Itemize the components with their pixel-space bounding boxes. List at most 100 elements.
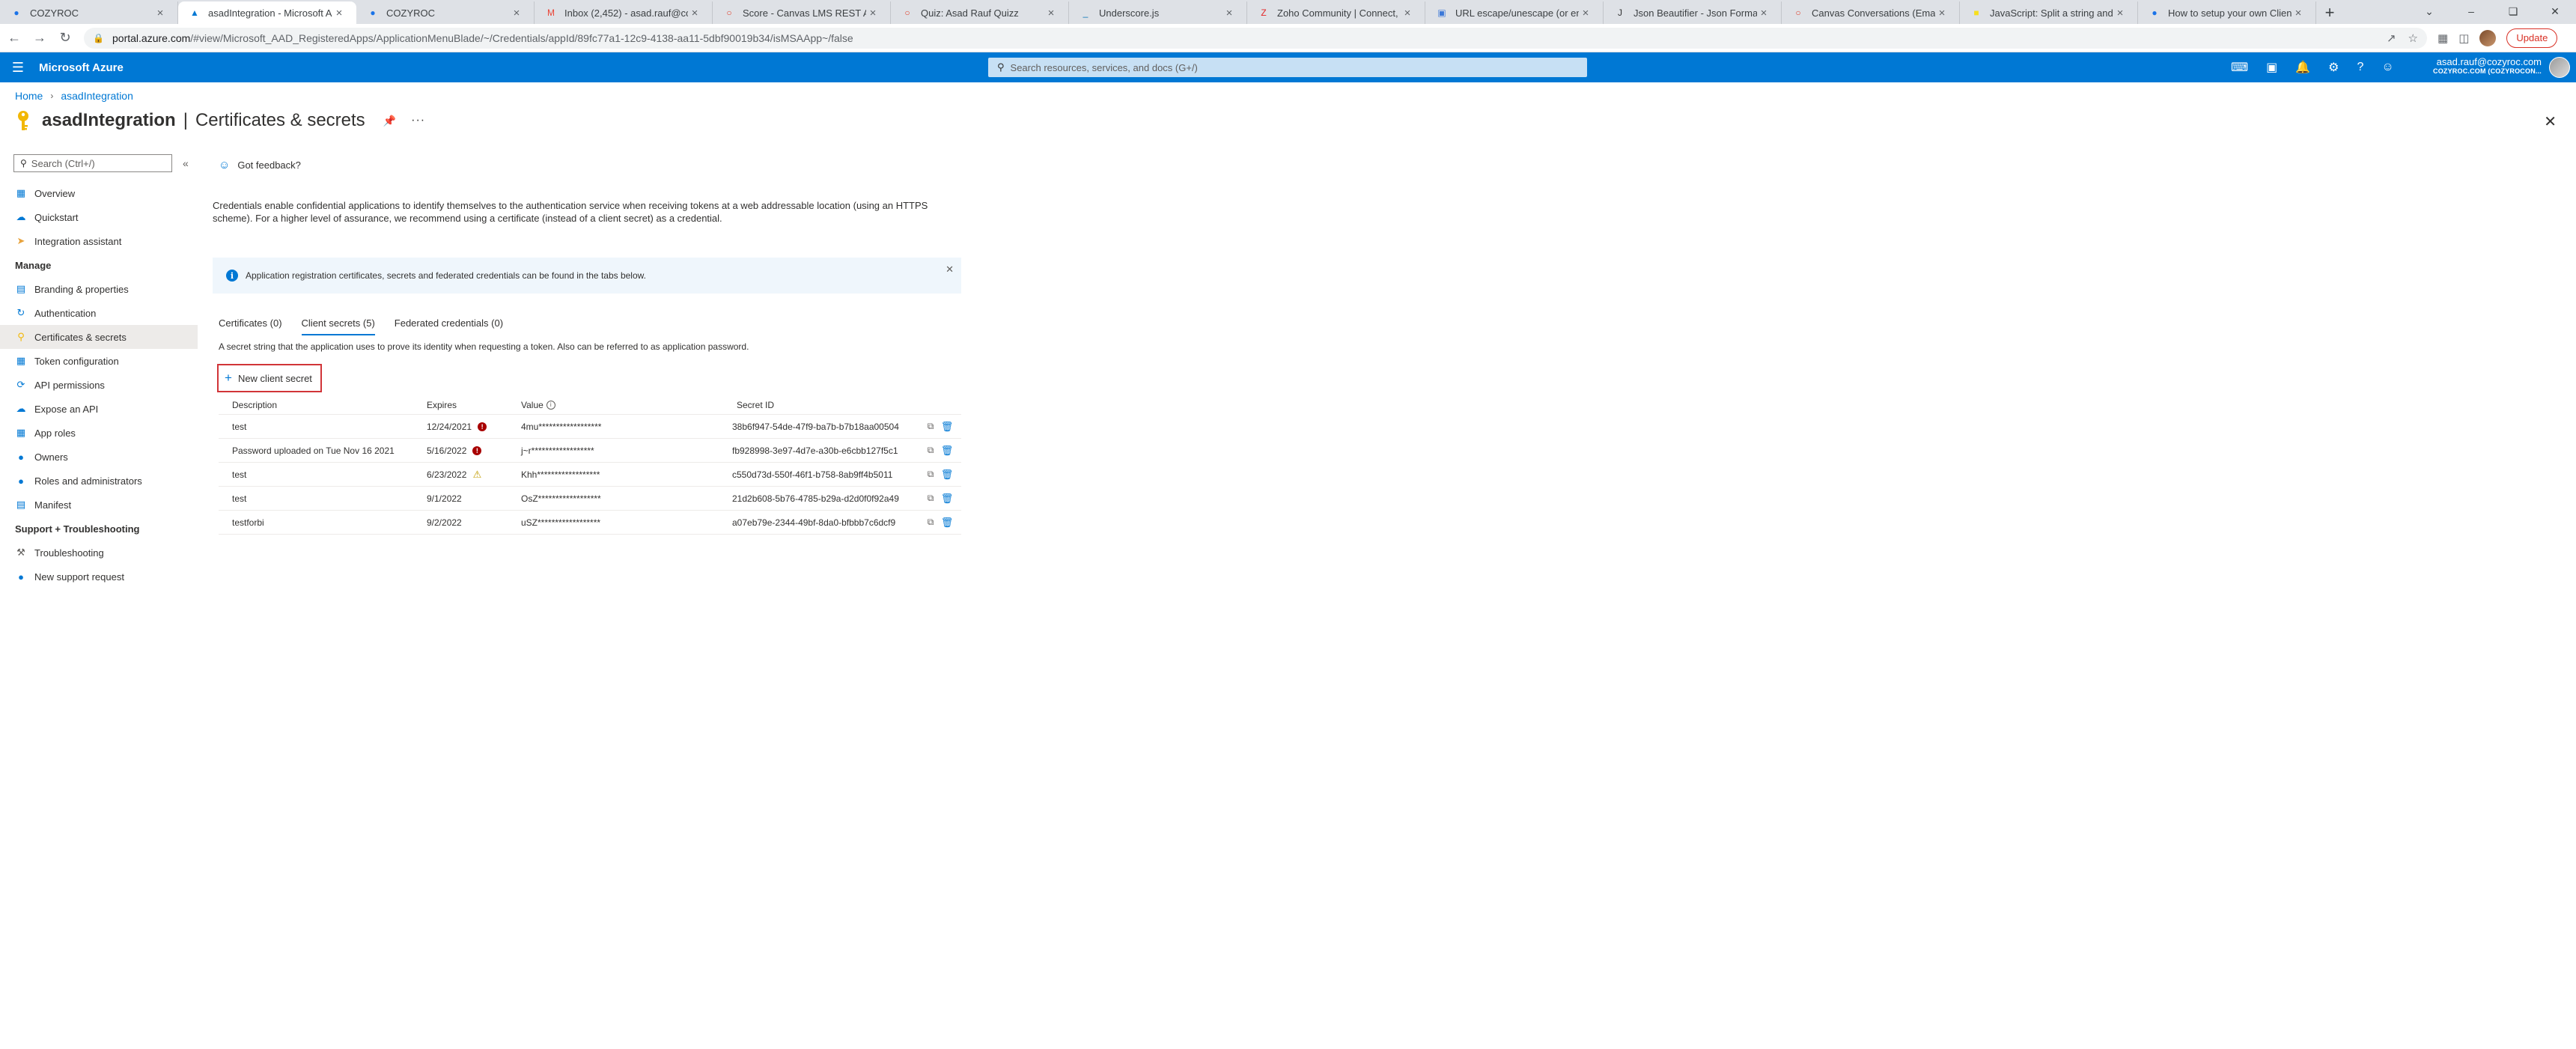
delete-icon[interactable]: 🗑 <box>941 445 954 456</box>
update-button[interactable]: Update <box>2506 28 2558 48</box>
help-icon[interactable]: ? <box>2357 61 2363 74</box>
copy-icon[interactable]: ⧉ <box>925 445 936 456</box>
close-tab-icon[interactable]: × <box>1935 7 1949 19</box>
browser-tab[interactable]: _ Underscore.js × <box>1069 1 1247 24</box>
tab-title: URL escape/unescape (or encodi <box>1455 7 1579 19</box>
share-icon[interactable]: ↗ <box>2387 31 2396 45</box>
sidebar-item-roles-and-administrators[interactable]: ● Roles and administrators <box>0 469 198 493</box>
column-description[interactable]: Description <box>219 400 427 410</box>
menu-icon[interactable]: ☰ <box>0 52 36 82</box>
url-input[interactable]: 🔒 portal.azure.com/#view/Microsoft_AAD_R… <box>84 27 2427 49</box>
azure-search-input[interactable]: ⚲ Search resources, services, and docs (… <box>988 58 1587 77</box>
browser-tab[interactable]: M Inbox (2,452) - asad.rauf@cozyroc× <box>535 1 713 24</box>
tab-federated-credentials[interactable]: Federated credentials (0) <box>395 314 503 340</box>
user-avatar[interactable] <box>2549 57 2570 78</box>
collapse-menu-icon[interactable]: « <box>183 157 189 169</box>
sidebar-item-app-roles[interactable]: ▦ App roles <box>0 421 198 445</box>
copy-icon[interactable]: ⧉ <box>925 421 936 432</box>
sidebar-item-troubleshooting[interactable]: ⚒ Troubleshooting <box>0 541 198 565</box>
column-secret-id[interactable]: Secret ID <box>728 400 925 410</box>
settings-gear-icon[interactable]: ⚙ <box>2328 60 2339 75</box>
restore-icon[interactable]: ❏ <box>2492 0 2534 22</box>
column-value[interactable]: Value i <box>517 400 728 410</box>
sidebar-item-branding-properties[interactable]: ▤ Branding & properties <box>0 277 198 301</box>
copy-icon[interactable]: ⧉ <box>925 517 936 528</box>
new-client-secret-button[interactable]: + New client secret <box>217 364 322 392</box>
sidebar-item-quickstart[interactable]: ☁ Quickstart <box>0 205 198 229</box>
secret-id: fb928998-3e97-4d7e-a30b-e6cbb127f5c1 <box>732 445 898 456</box>
sidebar-item-label: App roles <box>34 427 76 439</box>
delete-icon[interactable]: 🗑 <box>941 469 954 480</box>
feedback-link[interactable]: ☺ Got feedback? <box>219 154 961 175</box>
browser-tab[interactable]: ▲ asadIntegration - Microsoft Azure× <box>178 1 356 24</box>
close-tab-icon[interactable]: × <box>688 7 701 19</box>
extensions-icon[interactable]: ▦ <box>2438 31 2448 45</box>
sidebar-item-expose-an-api[interactable]: ☁ Expose an API <box>0 397 198 421</box>
sidebar-item-overview[interactable]: ▦ Overview <box>0 181 198 205</box>
browser-tab[interactable]: ○ Quiz: Asad Rauf Quizz × <box>891 1 1069 24</box>
secret-value: 4mu****************** <box>521 421 602 432</box>
delete-icon[interactable]: 🗑 <box>941 517 954 528</box>
sidebar-item-integration-assistant[interactable]: ➤ Integration assistant <box>0 229 198 253</box>
delete-icon[interactable]: 🗑 <box>941 493 954 504</box>
copy-icon[interactable]: ⧉ <box>925 493 936 504</box>
browser-tab[interactable]: Z Zoho Community | Connect, netw× <box>1247 1 1425 24</box>
sidebar-item-api-permissions[interactable]: ⟳ API permissions <box>0 373 198 397</box>
info-icon[interactable]: i <box>546 400 555 410</box>
menu-search-input[interactable]: ⚲ Search (Ctrl+/) <box>13 154 172 172</box>
sidebar-item-new-support-request[interactable]: ● New support request <box>0 565 198 589</box>
more-options-icon[interactable]: ··· <box>411 114 425 127</box>
close-tab-icon[interactable]: × <box>1222 7 1236 19</box>
notifications-icon[interactable]: 🔔 <box>2295 60 2310 75</box>
chevron-right-icon: › <box>50 91 54 101</box>
pin-icon[interactable]: 📌 <box>383 115 396 127</box>
account-menu[interactable]: asad.rauf@cozyroc.com COZYROC.COM (COZYR… <box>2433 56 2542 75</box>
minimize-icon[interactable]: – <box>2450 0 2492 22</box>
close-icon[interactable]: ✕ <box>946 264 954 276</box>
browser-tab[interactable]: ● How to setup your own Client ID× <box>2138 1 2316 24</box>
close-icon[interactable]: ✕ <box>2544 112 2557 131</box>
feedback-icon[interactable]: ☺ <box>2381 61 2393 74</box>
close-tab-icon[interactable]: × <box>2113 7 2127 19</box>
browser-tab[interactable]: J Json Beautifier - Json Formatter× <box>1604 1 1782 24</box>
breadcrumb-home[interactable]: Home <box>15 90 43 102</box>
close-tab-icon[interactable]: × <box>1401 7 1414 19</box>
delete-icon[interactable]: 🗑 <box>941 421 954 432</box>
new-tab-icon[interactable]: + <box>2316 1 2343 24</box>
directory-filter-icon[interactable]: ▣ <box>2266 60 2277 75</box>
tab-certificates[interactable]: Certificates (0) <box>219 314 282 340</box>
reload-icon[interactable]: ↻ <box>54 27 76 49</box>
browser-tab[interactable]: ▣ URL escape/unescape (or encodi× <box>1425 1 1604 24</box>
sidebar-item-certificates-secrets[interactable]: ⚲ Certificates & secrets <box>0 325 198 349</box>
close-tab-icon[interactable]: × <box>866 7 880 19</box>
close-tab-icon[interactable]: × <box>2292 7 2305 19</box>
sidebar-item-token-configuration[interactable]: ▦ Token configuration <box>0 349 198 373</box>
browser-tab[interactable]: ● COZYROC × <box>0 1 178 24</box>
browser-tab[interactable]: ○ Score - Canvas LMS REST API Do× <box>713 1 891 24</box>
column-expires[interactable]: Expires <box>427 400 517 410</box>
close-tab-icon[interactable]: × <box>1579 7 1592 19</box>
back-icon[interactable]: ← <box>3 27 25 49</box>
close-window-icon[interactable]: ✕ <box>2534 0 2576 22</box>
cloud-shell-icon[interactable]: ⌨ <box>2231 60 2248 75</box>
close-tab-icon[interactable]: × <box>510 7 523 19</box>
sidepanel-icon[interactable]: ◫ <box>2458 31 2469 45</box>
forward-icon[interactable]: → <box>28 27 51 49</box>
profile-avatar[interactable] <box>2479 29 2497 46</box>
close-tab-icon[interactable]: × <box>153 7 167 19</box>
close-tab-icon[interactable]: × <box>1044 7 1058 19</box>
breadcrumb-app[interactable]: asadIntegration <box>61 90 133 102</box>
sidebar-item-manifest[interactable]: ▤ Manifest <box>0 493 198 517</box>
close-tab-icon[interactable]: × <box>1757 7 1770 19</box>
tab-search-icon[interactable]: ⌄ <box>2408 0 2450 22</box>
browser-tab[interactable]: ○ Canvas Conversations (Email) Co× <box>1782 1 1960 24</box>
browser-tab[interactable]: ■ JavaScript: Split a string and con× <box>1960 1 2138 24</box>
bookmark-star-icon[interactable]: ☆ <box>2408 31 2418 45</box>
tab-client-secrets[interactable]: Client secrets (5) <box>301 314 376 340</box>
sidebar-item-owners[interactable]: ● Owners <box>0 445 198 469</box>
azure-brand[interactable]: Microsoft Azure <box>39 61 124 74</box>
close-tab-icon[interactable]: × <box>332 7 346 19</box>
browser-tab[interactable]: ● COZYROC × <box>356 1 535 24</box>
copy-icon[interactable]: ⧉ <box>925 469 936 480</box>
sidebar-item-authentication[interactable]: ↻ Authentication <box>0 301 198 325</box>
